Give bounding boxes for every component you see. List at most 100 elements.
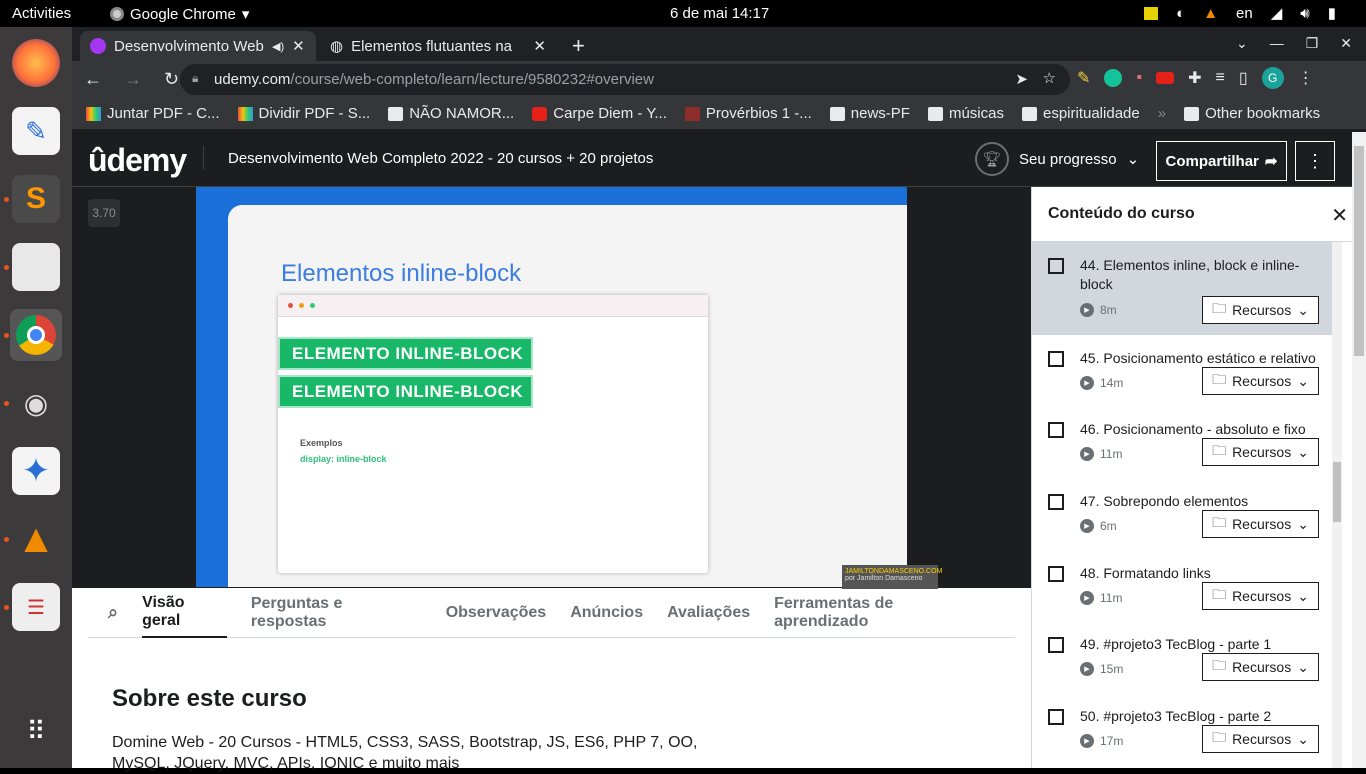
bookmark-folder[interactable]: NÃO NAMOR... [388,105,514,122]
other-bookmarks[interactable]: Other bookmarks [1184,105,1320,122]
puzzle-icon[interactable]: ✚ [1188,68,1201,88]
inline-block-sample: ELEMENTO INLINE-BLOCK [278,375,533,408]
lecture-checkbox[interactable] [1048,351,1064,367]
language-indicator[interactable]: en [1236,5,1253,22]
search-icon[interactable]: ⌕ [108,588,118,638]
lecture-checkbox[interactable] [1048,422,1064,438]
close-icon[interactable]: ✕ [1331,203,1348,228]
resources-button[interactable]: 🗀︎ Recursos ⌄ [1202,296,1319,324]
bookmark-item[interactable]: Dividir PDF - S... [237,105,370,122]
tab-search-icon[interactable]: ⌄ [1236,35,1248,52]
bookmarks-overflow-icon[interactable]: » [1158,105,1166,122]
bookmark-item[interactable]: Provérbios 1 -... [684,105,812,122]
sublime-text-icon[interactable]: S [12,175,60,223]
firefox-icon[interactable] [12,39,60,87]
lecture-item[interactable]: 47. Sobrepondo elementos ▶ 6m 🗀︎ Recursos ⌄ [1032,478,1335,550]
tab-announcements[interactable]: Anúncios [570,588,643,638]
files-icon[interactable] [12,243,60,291]
bookmark-item[interactable]: Carpe Diem - Y... [532,105,667,122]
lecture-item[interactable]: 44. Elementos inline, block e inline-blo… [1032,242,1335,335]
close-tab-icon[interactable]: ✕ [292,37,305,55]
chrome-dock-icon[interactable] [10,309,62,361]
youtube-ext-icon[interactable] [1156,72,1175,84]
avatar[interactable]: G [1261,67,1284,89]
resources-button[interactable]: 🗀︎ Recursos ⌄ [1202,582,1319,610]
chevron-down-icon: ⌄ [1297,587,1309,604]
address-bar[interactable]: 🔒︎ udemy.com/course/web-completo/learn/l… [180,64,1070,95]
side-panel-icon[interactable]: ▯ [1239,68,1248,88]
lecture-item[interactable]: 45. Posicionamento estático e relativo ▶… [1032,335,1335,406]
back-icon[interactable]: ← [84,69,102,90]
toolbar: ← → ↻ 🔒︎ udemy.com/course/web-completo/l… [72,61,1366,98]
sidebar-scrollbar[interactable] [1332,242,1342,768]
tab-reviews[interactable]: Avaliações [667,588,750,638]
resources-button[interactable]: 🗀︎ Recursos ⌄ [1202,367,1319,395]
highlighter-icon[interactable]: ✎ [1077,68,1090,88]
bookmark-folder[interactable]: músicas [927,105,1004,122]
battery-icon[interactable]: ▮ [1328,4,1336,22]
video-player[interactable]: 3.70 Elementos inline-block ELEMENTO INL… [72,187,1031,589]
minimize-icon[interactable]: — [1270,35,1284,52]
maximize-icon[interactable]: ❐ [1306,35,1319,52]
notes-icon[interactable] [1144,6,1159,20]
bookmark-folder[interactable]: espiritualidade [1021,105,1140,122]
send-icon[interactable]: ➤ [1015,70,1028,88]
page-scrollbar[interactable] [1352,132,1366,768]
app-store-icon[interactable]: ✦ [12,447,60,495]
audio-icon[interactable]: ◀) [272,40,284,53]
lecture-checkbox[interactable] [1048,494,1064,510]
close-window-icon[interactable]: ✕ [1340,35,1352,52]
lecture-checkbox[interactable] [1048,637,1064,653]
tab-overview[interactable]: Visão geral [142,588,227,638]
gimp-icon[interactable]: ◉ [12,379,60,427]
lecture-item[interactable]: 49. #projeto3 TecBlog - parte 1 ▶ 15m 🗀︎ R… [1032,621,1335,693]
progress-dropdown[interactable]: 🏆︎ Seu progresso ⌄ [975,142,1139,176]
vlc-icon[interactable]: ▲ [12,515,60,563]
resources-button[interactable]: 🗀︎ Recursos ⌄ [1202,510,1319,538]
text-editor-icon[interactable]: ✎ [12,107,60,155]
volume-icon[interactable]: 🔊︎ [1300,5,1309,22]
lecture-item[interactable]: 48. Formatando links ▶ 11m 🗀︎ Recursos ⌄ [1032,550,1335,621]
tab-qa[interactable]: Perguntas e respostas [251,588,422,638]
resources-button[interactable]: 🗀︎ Recursos ⌄ [1202,653,1319,681]
lecture-checkbox[interactable] [1048,258,1064,274]
lecture-item[interactable]: 46. Posicionamento - absoluto e fixo ▶ 11… [1032,406,1335,478]
playback-speed[interactable]: 3.70 [88,199,120,227]
document-viewer-icon[interactable]: ☰ [12,583,60,631]
lecture-checkbox[interactable] [1048,566,1064,582]
close-tab-icon[interactable]: ✕ [533,37,546,55]
activities-button[interactable]: Activities [12,5,71,22]
resources-button[interactable]: 🗀︎ Recursos ⌄ [1202,725,1319,753]
show-apps-icon[interactable]: ⠿ [12,707,60,755]
more-options-button[interactable]: ⋮ [1295,141,1335,181]
wifi-icon[interactable]: ◢ [1271,4,1283,22]
vlc-tray-icon[interactable]: ▲ [1203,5,1218,22]
tab-notes[interactable]: Observações [446,588,547,638]
app-menu[interactable]: Google Chrome ▾ [110,5,249,23]
grammarly-icon[interactable] [1104,69,1123,87]
tab-elementos[interactable]: ◍ Elementos flutuantes na ✕ [320,31,556,61]
bookmarks-bar: Juntar PDF - C... Dividir PDF - S... NÃO… [72,98,1366,130]
youtube-icon [532,106,548,121]
course-title[interactable]: Desenvolvimento Web Completo 2022 - 20 c… [228,150,653,167]
reload-icon[interactable]: ↻ [164,69,179,90]
system-tray[interactable]: ◐ ▲ en ◢ 🔊︎ ▮ [1144,4,1336,22]
tab-learning-tools[interactable]: Ferramentas de aprendizado [774,588,991,638]
bookmark-star-icon[interactable]: ☆ [1043,69,1056,87]
extension-badge-icon[interactable]: ▪ [1136,69,1142,87]
new-tab-button[interactable]: + [562,31,595,61]
udemy-logo[interactable]: ûdemy [88,142,187,179]
resources-button[interactable]: 🗀︎ Recursos ⌄ [1202,438,1319,466]
folder-icon [829,106,845,121]
bookmark-folder[interactable]: news-PF [829,105,910,122]
share-button[interactable]: Compartilhar ➦ [1156,141,1287,181]
lecture-checkbox[interactable] [1048,709,1064,725]
sync-icon[interactable]: ◐ [1176,5,1185,22]
menu-icon[interactable]: ⋮ [1298,68,1314,88]
lecture-item[interactable]: 50. #projeto3 TecBlog - parte 2 ▶ 17m 🗀︎ R… [1032,693,1335,765]
clock[interactable]: 6 de mai 14:17 [670,5,769,22]
tab-udemy[interactable]: Desenvolvimento Web ◀) ✕ [80,31,316,61]
bookmark-item[interactable]: Juntar PDF - C... [86,105,220,122]
forward-icon[interactable]: → [124,69,142,90]
reading-list-icon[interactable]: ≡ [1215,69,1224,87]
